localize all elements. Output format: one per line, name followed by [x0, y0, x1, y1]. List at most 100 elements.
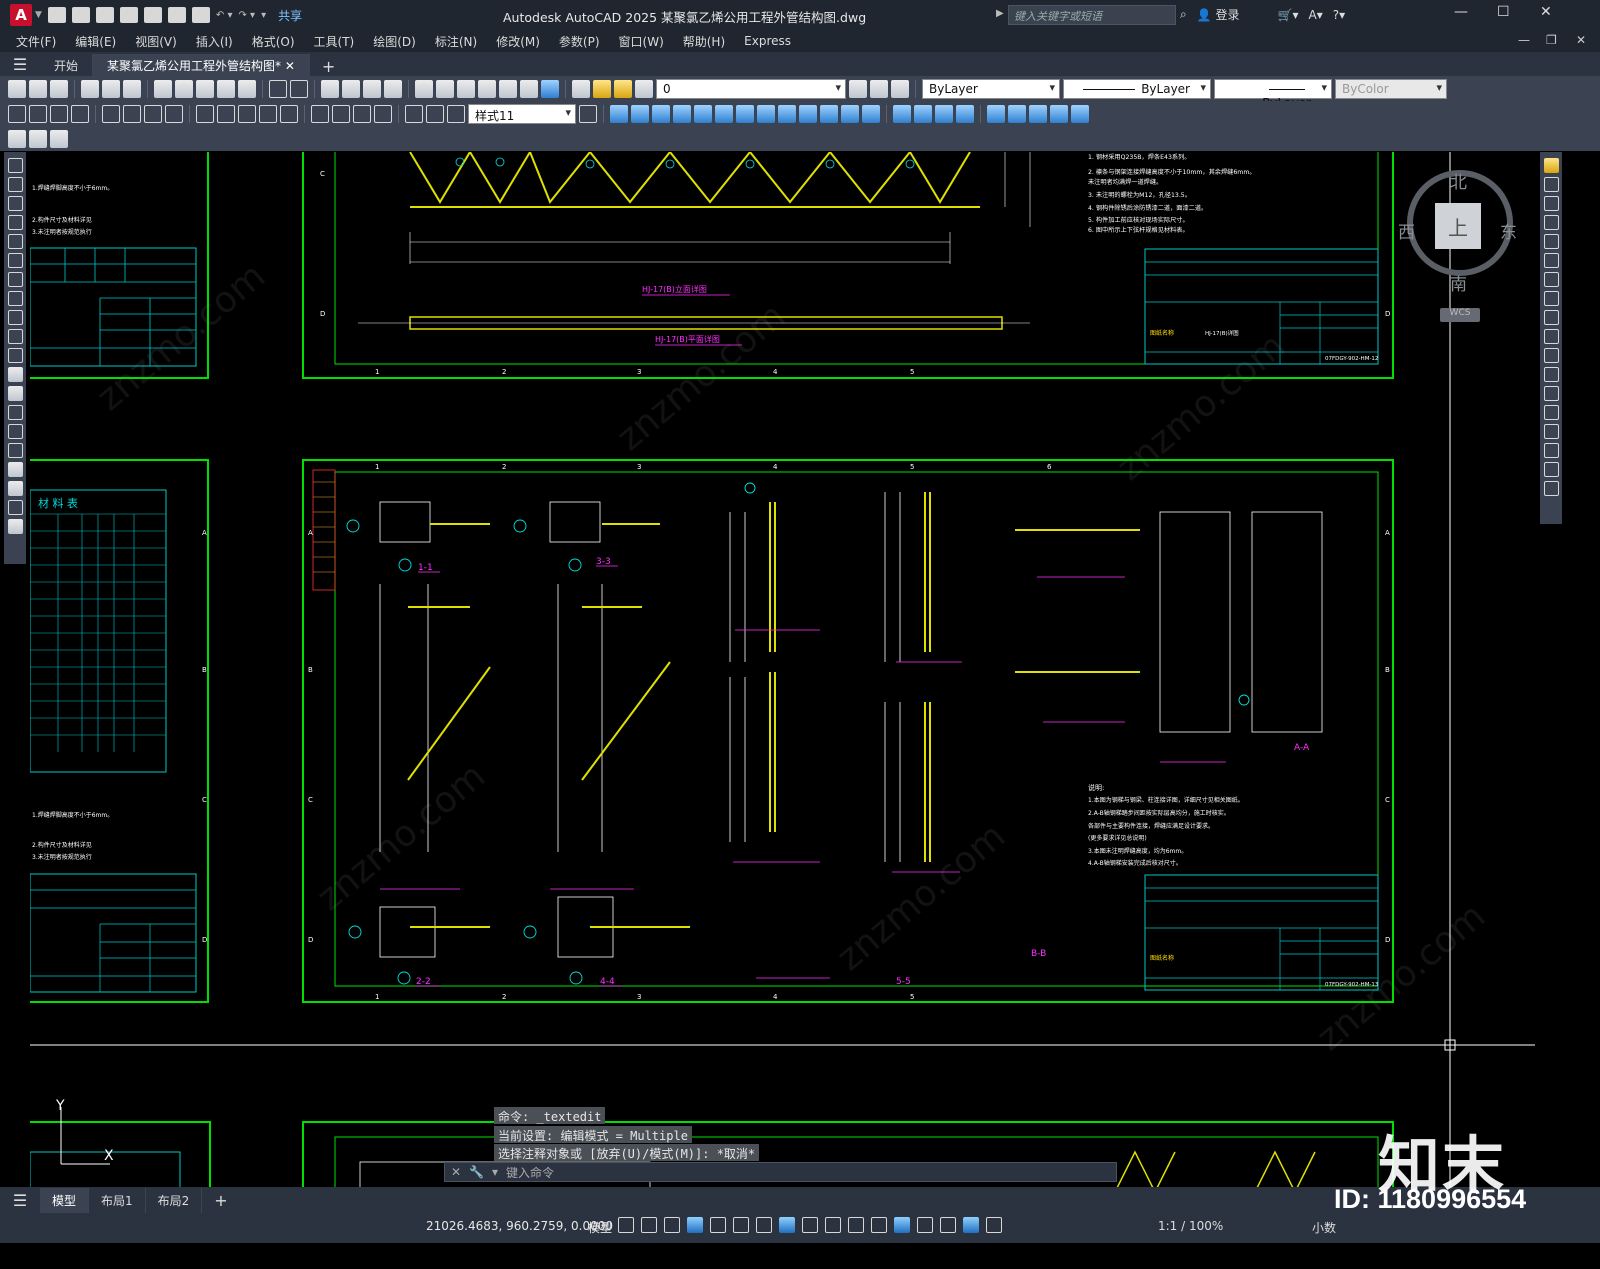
layer-state-icon[interactable] — [891, 79, 909, 98]
close-command-icon[interactable]: ✕ — [451, 1165, 461, 1179]
login-button[interactable]: 👤 登录 — [1197, 6, 1240, 23]
pyramid-icon[interactable] — [736, 104, 754, 123]
plotstyle-dropdown[interactable]: ByColor — [1335, 78, 1447, 99]
dimension-space-icon[interactable] — [259, 104, 277, 123]
redo-icon[interactable] — [290, 79, 308, 98]
menu-dimension[interactable]: 标注(N) — [435, 33, 477, 50]
quick-dimension-icon[interactable] — [196, 104, 214, 123]
minimize-button[interactable]: — — [1454, 4, 1468, 20]
scale-icon[interactable] — [1543, 291, 1559, 306]
drawing-canvas[interactable]: znzmo.com znzmo.com znzmo.com znzmo.com … — [30, 152, 1535, 1187]
3d-move-icon[interactable] — [956, 104, 974, 123]
wcs-menu[interactable]: WCS — [1440, 308, 1480, 322]
cut-icon[interactable] — [154, 79, 172, 98]
layout-menu-icon[interactable]: ☰ — [0, 1188, 40, 1212]
jogged-linear-icon[interactable] — [374, 104, 392, 123]
menu-view[interactable]: 视图(V) — [135, 33, 177, 50]
lineweight-icon[interactable] — [802, 1217, 818, 1233]
construction-line-icon[interactable] — [7, 177, 23, 192]
ordinate-icon[interactable] — [71, 104, 89, 123]
multiline-text-icon[interactable] — [7, 500, 23, 515]
grid-icon[interactable] — [618, 1217, 634, 1233]
save-icon[interactable] — [50, 79, 68, 98]
3d-align-icon[interactable] — [1008, 104, 1026, 123]
tab-layout1[interactable]: 布局1 — [89, 1187, 146, 1213]
explode-icon[interactable] — [1543, 481, 1559, 496]
viewcube-north[interactable]: 北 — [1450, 168, 1467, 193]
rectangle-icon[interactable] — [7, 234, 23, 249]
block-editor-icon[interactable] — [238, 79, 256, 98]
menu-window[interactable]: 窗口(W) — [619, 33, 664, 50]
annotation-visibility-icon[interactable] — [963, 1217, 979, 1233]
3d-rotate-icon[interactable] — [987, 104, 1005, 123]
ellipse-icon[interactable] — [7, 329, 23, 344]
move-icon[interactable] — [1543, 253, 1559, 268]
menu-tools[interactable]: 工具(T) — [314, 33, 355, 50]
dimension-text-edit-icon[interactable] — [426, 104, 444, 123]
extend-icon[interactable] — [1543, 348, 1559, 363]
viewcube-east[interactable]: 东 — [1500, 218, 1517, 243]
quickcalc-icon[interactable] — [520, 79, 538, 98]
arc-icon[interactable] — [7, 253, 23, 268]
block-icon[interactable] — [8, 129, 26, 148]
gizmo-icon[interactable] — [940, 1217, 956, 1233]
menu-modify[interactable]: 修改(M) — [496, 33, 540, 50]
object-snap-tracking-icon[interactable] — [756, 1217, 772, 1233]
design-center-icon[interactable] — [436, 79, 454, 98]
chamfer-icon[interactable] — [1543, 424, 1559, 439]
dimension-edit-icon[interactable] — [405, 104, 423, 123]
sweep-icon[interactable] — [841, 104, 859, 123]
command-line[interactable]: ✕ 🔧 ▾ 键入命令 — [444, 1162, 1117, 1182]
tab-model[interactable]: 模型 — [40, 1187, 90, 1213]
zoom-window-icon[interactable] — [363, 79, 381, 98]
annotation-scale[interactable]: 1:1 / 100% — [1158, 1219, 1223, 1233]
pan-icon[interactable] — [321, 79, 339, 98]
layer-previous-icon[interactable] — [870, 79, 888, 98]
box-icon[interactable] — [610, 104, 628, 123]
menu-edit[interactable]: 编辑(E) — [75, 33, 116, 50]
markup-icon[interactable] — [499, 79, 517, 98]
revolve-icon[interactable] — [862, 104, 880, 123]
lineweight-dropdown[interactable]: ByLayer — [1214, 78, 1332, 110]
dynamic-input-icon[interactable] — [664, 1217, 680, 1233]
selection-cycling-icon[interactable] — [848, 1217, 864, 1233]
offset-icon[interactable] — [1543, 215, 1559, 230]
chevron-down-icon[interactable]: ▼ — [35, 10, 42, 20]
revision-cloud-icon[interactable] — [7, 291, 23, 306]
auto-scale-icon[interactable] — [986, 1217, 1002, 1233]
make-block-icon[interactable] — [7, 386, 23, 401]
stretch-icon[interactable] — [1543, 310, 1559, 325]
new-file-icon[interactable] — [47, 7, 66, 23]
helix-icon[interactable] — [757, 104, 775, 123]
polar-icon[interactable] — [710, 1217, 726, 1233]
dynamic-ucs-icon[interactable] — [894, 1217, 910, 1233]
sun-icon[interactable] — [614, 79, 632, 98]
transparency-icon[interactable] — [825, 1217, 841, 1233]
new-tab-icon[interactable]: + — [310, 57, 347, 76]
zoom-previous-icon[interactable] — [384, 79, 402, 98]
customize-icon[interactable]: 🔧 — [469, 1165, 484, 1179]
color-dropdown[interactable]: ByLayer — [922, 78, 1060, 99]
units-dropdown[interactable]: 小数 — [1312, 1219, 1336, 1236]
3d-array-icon[interactable] — [1029, 104, 1047, 123]
add-selected-icon[interactable] — [7, 519, 23, 534]
aligned-dimension-icon[interactable] — [29, 104, 47, 123]
radius-icon[interactable] — [102, 104, 120, 123]
dimension-break-icon[interactable] — [280, 104, 298, 123]
region-icon[interactable] — [7, 462, 23, 477]
angular-icon[interactable] — [165, 104, 183, 123]
viewcube-south[interactable]: 南 — [1450, 270, 1467, 295]
lightbulb-icon[interactable] — [593, 79, 611, 98]
ortho-icon[interactable] — [687, 1217, 703, 1233]
tolerance-icon[interactable] — [311, 104, 329, 123]
menu-format[interactable]: 格式(O) — [252, 33, 295, 50]
dimstyle-dropdown[interactable]: 样式11 — [468, 103, 576, 124]
3d-osnap-icon[interactable] — [871, 1217, 887, 1233]
line-icon[interactable] — [7, 158, 23, 173]
menu-draw[interactable]: 绘图(D) — [373, 33, 416, 50]
doc-restore-button[interactable]: ❐ — [1546, 33, 1557, 47]
slice-icon[interactable] — [1050, 104, 1068, 123]
customize-qat-icon[interactable]: ▾ — [261, 10, 266, 21]
object-snap-icon[interactable] — [779, 1217, 795, 1233]
break-at-point-icon[interactable] — [1543, 367, 1559, 382]
